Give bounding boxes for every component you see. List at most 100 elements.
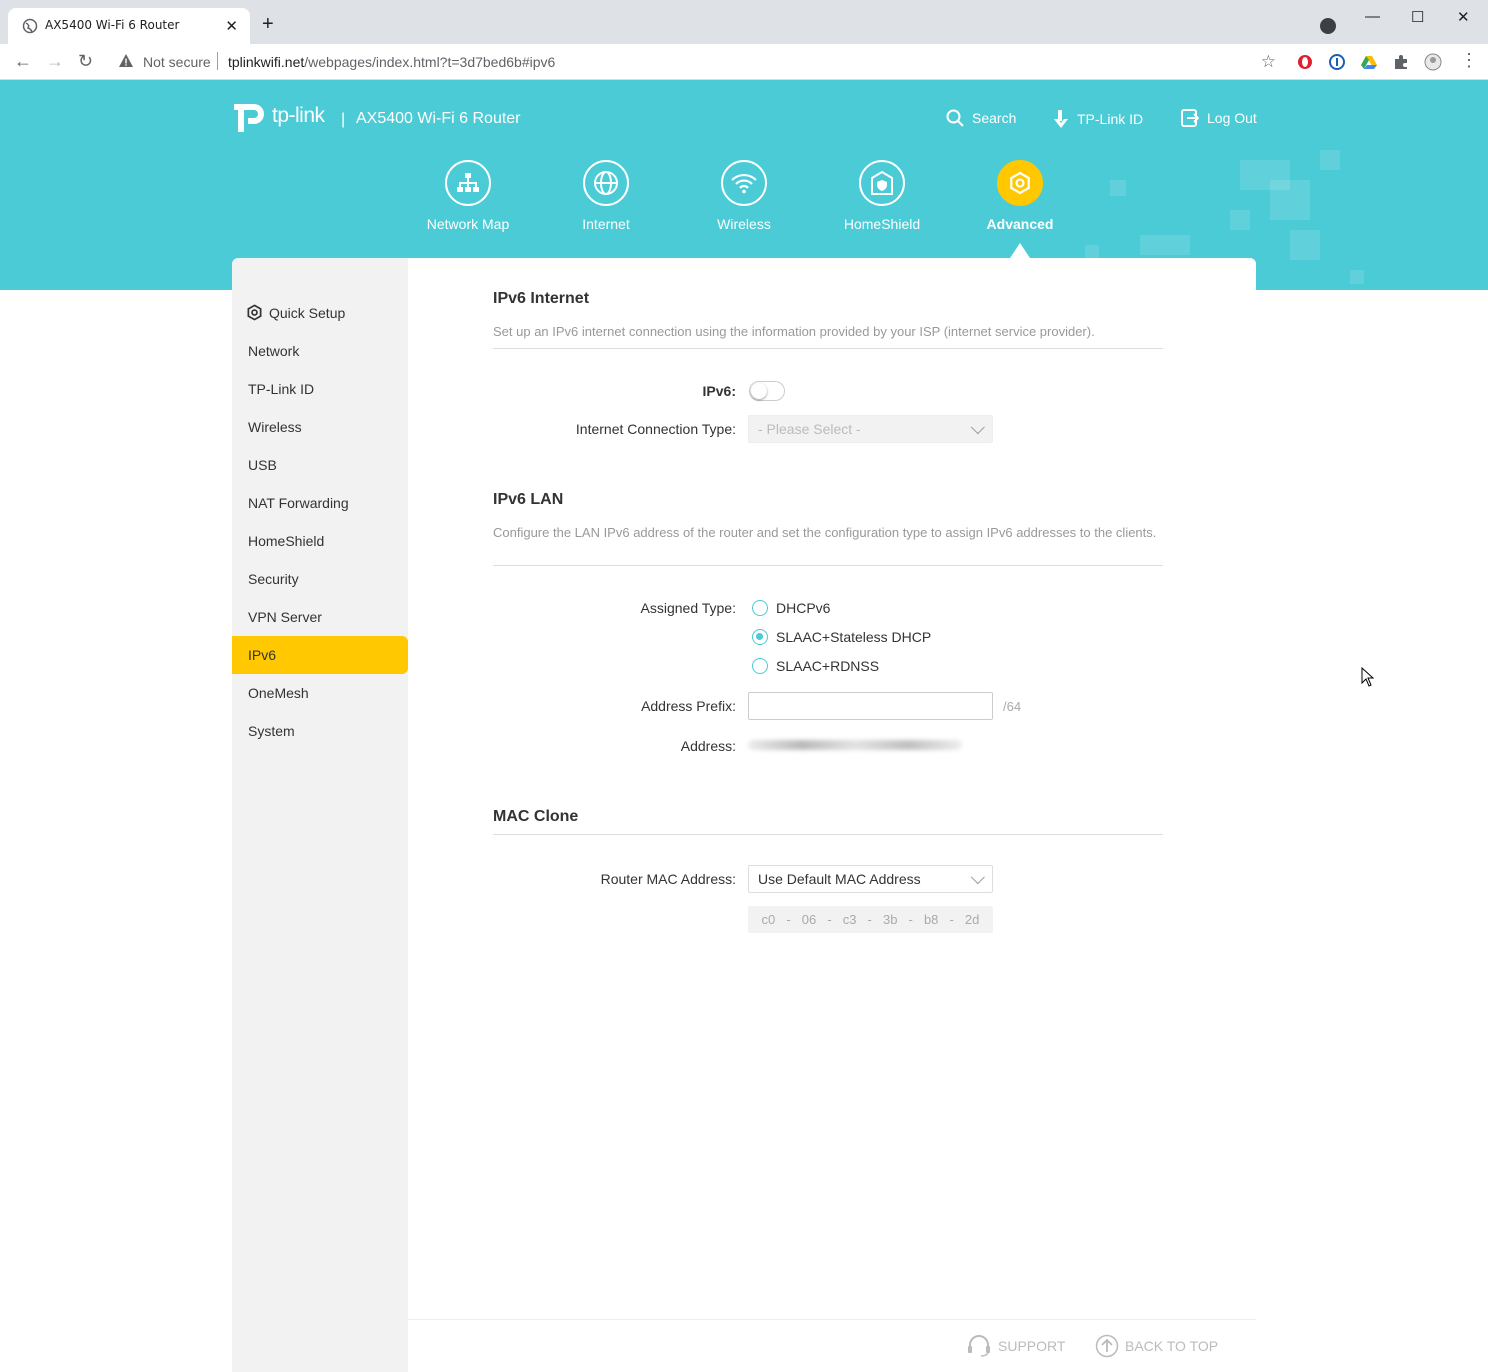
omnibox[interactable]: Not secure tplinkwifi.net/webpages/index…: [108, 48, 1286, 76]
sidebar-item-label: TP-Link ID: [248, 381, 315, 397]
bookmark-star-icon[interactable]: ☆: [1261, 52, 1276, 72]
url-host: tplinkwifi.net: [228, 54, 305, 70]
sidebar-item-label: OneMesh: [248, 685, 309, 701]
sidebar-item-quick-setup[interactable]: Quick Setup: [232, 294, 408, 332]
nav-network-map-label: Network Map: [426, 216, 510, 232]
router-mac-select[interactable]: Use Default MAC Address: [748, 865, 993, 893]
nav-network-map[interactable]: Network Map: [408, 160, 528, 232]
sidebar-item-label: USB: [248, 457, 277, 473]
router-mac-value: Use Default MAC Address: [758, 871, 921, 887]
section-divider: [493, 348, 1163, 349]
radio-dhcpv6[interactable]: DHCPv6: [752, 600, 830, 616]
avatar-icon[interactable]: [1424, 53, 1442, 71]
radio-slaac-rdnss[interactable]: SLAAC+RDNSS: [752, 658, 879, 674]
sidebar-item-wireless[interactable]: Wireless: [232, 408, 408, 446]
sidebar-item-vpn-server[interactable]: VPN Server: [232, 598, 408, 636]
headset-icon: [968, 1335, 990, 1357]
mouse-cursor-icon: [1361, 667, 1375, 687]
back-to-top-link[interactable]: BACK TO TOP: [1095, 1334, 1218, 1358]
back-to-top-label: BACK TO TOP: [1125, 1338, 1219, 1354]
sidebar-item-nat-forwarding[interactable]: NAT Forwarding: [232, 484, 408, 522]
tplink-id-link[interactable]: TP-Link ID: [1053, 109, 1143, 129]
close-window-icon[interactable]: ✕: [1457, 8, 1470, 26]
tab-title: AX5400 Wi-Fi 6 Router: [45, 18, 180, 32]
router-model: AX5400 Wi-Fi 6 Router: [356, 110, 521, 127]
address-value-redacted: [748, 740, 962, 750]
minimize-icon[interactable]: —: [1365, 8, 1380, 25]
ipv6-toggle[interactable]: [749, 381, 785, 401]
mac-separator: -: [827, 912, 832, 927]
drive-extension-icon[interactable]: [1360, 53, 1378, 71]
maximize-icon[interactable]: ☐: [1411, 8, 1424, 26]
radio-button[interactable]: [752, 658, 768, 674]
search-link[interactable]: Search: [946, 109, 1016, 127]
tplink-logo[interactable]: tp-link: [230, 98, 325, 134]
nav-homeshield[interactable]: HomeShield: [822, 160, 942, 232]
browser-menu-icon[interactable]: ⋮: [1460, 50, 1478, 71]
ipv6-internet-description: Set up an IPv6 internet connection using…: [493, 324, 1095, 339]
radio-button[interactable]: [752, 600, 768, 616]
mac-octet: c3: [842, 912, 857, 927]
section-divider: [493, 565, 1163, 566]
address-label: Address:: [680, 738, 736, 754]
support-link[interactable]: SUPPORT: [966, 1334, 1065, 1358]
nav-wireless[interactable]: Wireless: [684, 160, 804, 232]
tplink-id-label: TP-Link ID: [1077, 111, 1144, 127]
address-prefix-input[interactable]: [748, 692, 993, 720]
sidebar-item-usb[interactable]: USB: [232, 446, 408, 484]
sidebar-item-system[interactable]: System: [232, 712, 408, 750]
radio-slaac-stateless-dhcp[interactable]: SLAAC+Stateless DHCP: [752, 629, 931, 645]
url-path: /webpages/index.html?t=3d7bed6b#ipv6: [304, 54, 556, 70]
url-text[interactable]: tplinkwifi.net/webpages/index.html?t=3d7…: [228, 54, 555, 70]
arrow-up-circle-icon: [1095, 1334, 1119, 1358]
not-secure-label[interactable]: Not secure: [143, 54, 211, 70]
toggle-knob: [751, 383, 767, 399]
ipv6-lan-title: IPv6 LAN: [493, 491, 564, 508]
nav-internet[interactable]: Internet: [546, 160, 666, 232]
sidebar-item-onemesh[interactable]: OneMesh: [232, 674, 408, 712]
mac-clone-title: MAC Clone: [493, 808, 579, 825]
sidebar-item-network[interactable]: Network: [232, 332, 408, 370]
logout-label: Log Out: [1207, 110, 1257, 126]
forward-icon[interactable]: →: [46, 51, 64, 72]
sidebar-item-label: Quick Setup: [269, 305, 346, 321]
radio-label: SLAAC+Stateless DHCP: [776, 629, 932, 645]
mac-separator: -: [949, 912, 954, 927]
sidebar-item-label: HomeShield: [248, 533, 325, 549]
globe-favicon-icon: [22, 18, 38, 34]
chevron-down-icon: [970, 870, 985, 885]
brand-name: tp-link: [272, 104, 325, 127]
sidebar-item-label: VPN Server: [248, 609, 322, 625]
tplink-id-icon: [1054, 110, 1068, 128]
browser-tab[interactable]: AX5400 Wi-Fi 6 Router ✕: [8, 8, 250, 44]
sidebar-item-security[interactable]: Security: [232, 560, 408, 598]
reload-icon[interactable]: ↻: [78, 51, 93, 72]
new-tab-icon[interactable]: +: [262, 14, 274, 34]
sidebar-item-label: System: [248, 723, 295, 739]
sidebar: Quick Setup Network TP-Link ID Wireless …: [232, 258, 408, 1372]
sidebar-item-tplink-id[interactable]: TP-Link ID: [232, 370, 408, 408]
sidebar-item-label: IPv6: [248, 647, 277, 663]
sidebar-item-homeshield[interactable]: HomeShield: [232, 522, 408, 560]
ipv6-internet-title: IPv6 Internet: [493, 290, 590, 307]
radio-button[interactable]: [752, 629, 768, 645]
opera-extension-icon[interactable]: [1296, 53, 1314, 71]
globe-icon: [583, 160, 629, 206]
connection-type-select[interactable]: - Please Select -: [748, 415, 993, 443]
nav-advanced[interactable]: Advanced: [960, 160, 1080, 232]
password-manager-extension-icon[interactable]: [1328, 53, 1346, 71]
section-divider: [493, 834, 1163, 835]
extensions-puzzle-icon[interactable]: [1392, 53, 1410, 71]
back-icon[interactable]: ←: [14, 51, 32, 72]
profile-menu-icon[interactable]: [1320, 18, 1336, 34]
logout-link[interactable]: Log Out: [1181, 109, 1257, 127]
network-map-icon: [445, 160, 491, 206]
active-nav-pointer: [1010, 243, 1030, 258]
tab-close-icon[interactable]: ✕: [225, 17, 238, 35]
browser-tab-strip: AX5400 Wi-Fi 6 Router ✕ + — ☐ ✕: [0, 0, 1488, 44]
url-separator: [217, 52, 218, 70]
sidebar-item-ipv6[interactable]: IPv6: [232, 636, 408, 674]
search-label: Search: [972, 110, 1017, 126]
sidebar-item-label: Network: [248, 343, 300, 359]
radio-label: DHCPv6: [776, 600, 831, 616]
